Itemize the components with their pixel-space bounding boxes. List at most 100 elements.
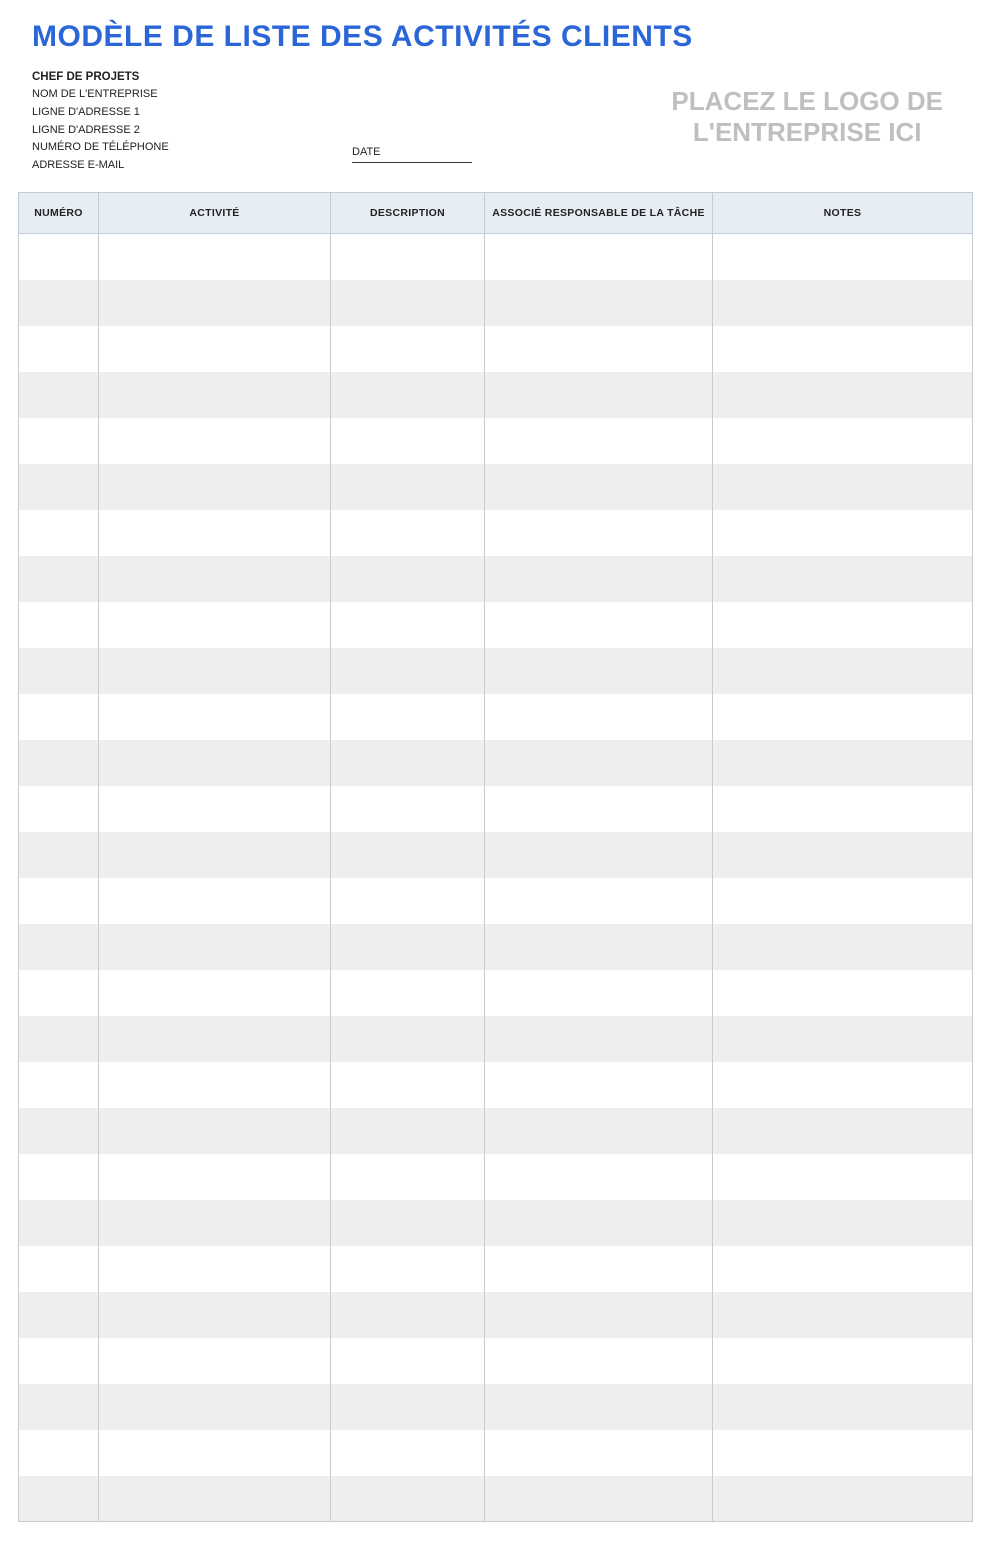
cell-description[interactable] (331, 740, 485, 786)
cell-associate[interactable] (485, 326, 713, 372)
cell-notes[interactable] (713, 1384, 973, 1430)
cell-notes[interactable] (713, 1430, 973, 1476)
cell-activity[interactable] (99, 1292, 331, 1338)
cell-number[interactable] (19, 556, 99, 602)
cell-activity[interactable] (99, 510, 331, 556)
cell-activity[interactable] (99, 464, 331, 510)
cell-description[interactable] (331, 280, 485, 326)
cell-associate[interactable] (485, 1430, 713, 1476)
cell-activity[interactable] (99, 832, 331, 878)
cell-notes[interactable] (713, 418, 973, 464)
cell-activity[interactable] (99, 234, 331, 280)
cell-notes[interactable] (713, 234, 973, 280)
cell-activity[interactable] (99, 878, 331, 924)
cell-description[interactable] (331, 1384, 485, 1430)
cell-notes[interactable] (713, 1338, 973, 1384)
cell-description[interactable] (331, 1200, 485, 1246)
cell-activity[interactable] (99, 694, 331, 740)
cell-description[interactable] (331, 372, 485, 418)
cell-number[interactable] (19, 878, 99, 924)
cell-associate[interactable] (485, 924, 713, 970)
cell-associate[interactable] (485, 464, 713, 510)
cell-number[interactable] (19, 602, 99, 648)
cell-associate[interactable] (485, 1108, 713, 1154)
cell-activity[interactable] (99, 1016, 331, 1062)
cell-associate[interactable] (485, 1292, 713, 1338)
cell-description[interactable] (331, 1062, 485, 1108)
cell-notes[interactable] (713, 556, 973, 602)
cell-notes[interactable] (713, 970, 973, 1016)
cell-activity[interactable] (99, 1108, 331, 1154)
cell-description[interactable] (331, 924, 485, 970)
cell-notes[interactable] (713, 1200, 973, 1246)
cell-description[interactable] (331, 464, 485, 510)
cell-associate[interactable] (485, 694, 713, 740)
cell-activity[interactable] (99, 372, 331, 418)
cell-associate[interactable] (485, 648, 713, 694)
cell-notes[interactable] (713, 372, 973, 418)
cell-associate[interactable] (485, 1338, 713, 1384)
cell-description[interactable] (331, 1246, 485, 1292)
cell-activity[interactable] (99, 1338, 331, 1384)
cell-description[interactable] (331, 786, 485, 832)
cell-notes[interactable] (713, 1016, 973, 1062)
cell-number[interactable] (19, 234, 99, 280)
cell-number[interactable] (19, 1016, 99, 1062)
cell-notes[interactable] (713, 878, 973, 924)
cell-associate[interactable] (485, 510, 713, 556)
cell-activity[interactable] (99, 970, 331, 1016)
cell-activity[interactable] (99, 1430, 331, 1476)
cell-notes[interactable] (713, 1246, 973, 1292)
cell-associate[interactable] (485, 1246, 713, 1292)
cell-activity[interactable] (99, 1200, 331, 1246)
cell-description[interactable] (331, 1476, 485, 1522)
cell-associate[interactable] (485, 280, 713, 326)
cell-description[interactable] (331, 1292, 485, 1338)
cell-number[interactable] (19, 418, 99, 464)
cell-description[interactable] (331, 602, 485, 648)
cell-notes[interactable] (713, 694, 973, 740)
cell-description[interactable] (331, 878, 485, 924)
date-field[interactable] (352, 162, 472, 163)
cell-description[interactable] (331, 510, 485, 556)
cell-notes[interactable] (713, 280, 973, 326)
cell-notes[interactable] (713, 1062, 973, 1108)
cell-description[interactable] (331, 1338, 485, 1384)
cell-notes[interactable] (713, 1108, 973, 1154)
cell-associate[interactable] (485, 418, 713, 464)
cell-activity[interactable] (99, 786, 331, 832)
cell-number[interactable] (19, 1246, 99, 1292)
cell-associate[interactable] (485, 556, 713, 602)
cell-notes[interactable] (713, 832, 973, 878)
cell-notes[interactable] (713, 326, 973, 372)
cell-associate[interactable] (485, 1154, 713, 1200)
cell-activity[interactable] (99, 1384, 331, 1430)
cell-number[interactable] (19, 786, 99, 832)
cell-number[interactable] (19, 1338, 99, 1384)
cell-number[interactable] (19, 280, 99, 326)
cell-notes[interactable] (713, 1292, 973, 1338)
cell-notes[interactable] (713, 464, 973, 510)
cell-associate[interactable] (485, 602, 713, 648)
cell-number[interactable] (19, 372, 99, 418)
cell-activity[interactable] (99, 280, 331, 326)
cell-number[interactable] (19, 1108, 99, 1154)
cell-number[interactable] (19, 1476, 99, 1522)
cell-associate[interactable] (485, 1200, 713, 1246)
cell-notes[interactable] (713, 786, 973, 832)
cell-description[interactable] (331, 694, 485, 740)
cell-associate[interactable] (485, 740, 713, 786)
cell-activity[interactable] (99, 556, 331, 602)
cell-associate[interactable] (485, 832, 713, 878)
cell-number[interactable] (19, 648, 99, 694)
cell-number[interactable] (19, 694, 99, 740)
cell-activity[interactable] (99, 326, 331, 372)
cell-associate[interactable] (485, 372, 713, 418)
cell-activity[interactable] (99, 1246, 331, 1292)
cell-number[interactable] (19, 464, 99, 510)
cell-associate[interactable] (485, 970, 713, 1016)
cell-number[interactable] (19, 1154, 99, 1200)
cell-activity[interactable] (99, 1476, 331, 1522)
cell-description[interactable] (331, 832, 485, 878)
cell-number[interactable] (19, 1200, 99, 1246)
